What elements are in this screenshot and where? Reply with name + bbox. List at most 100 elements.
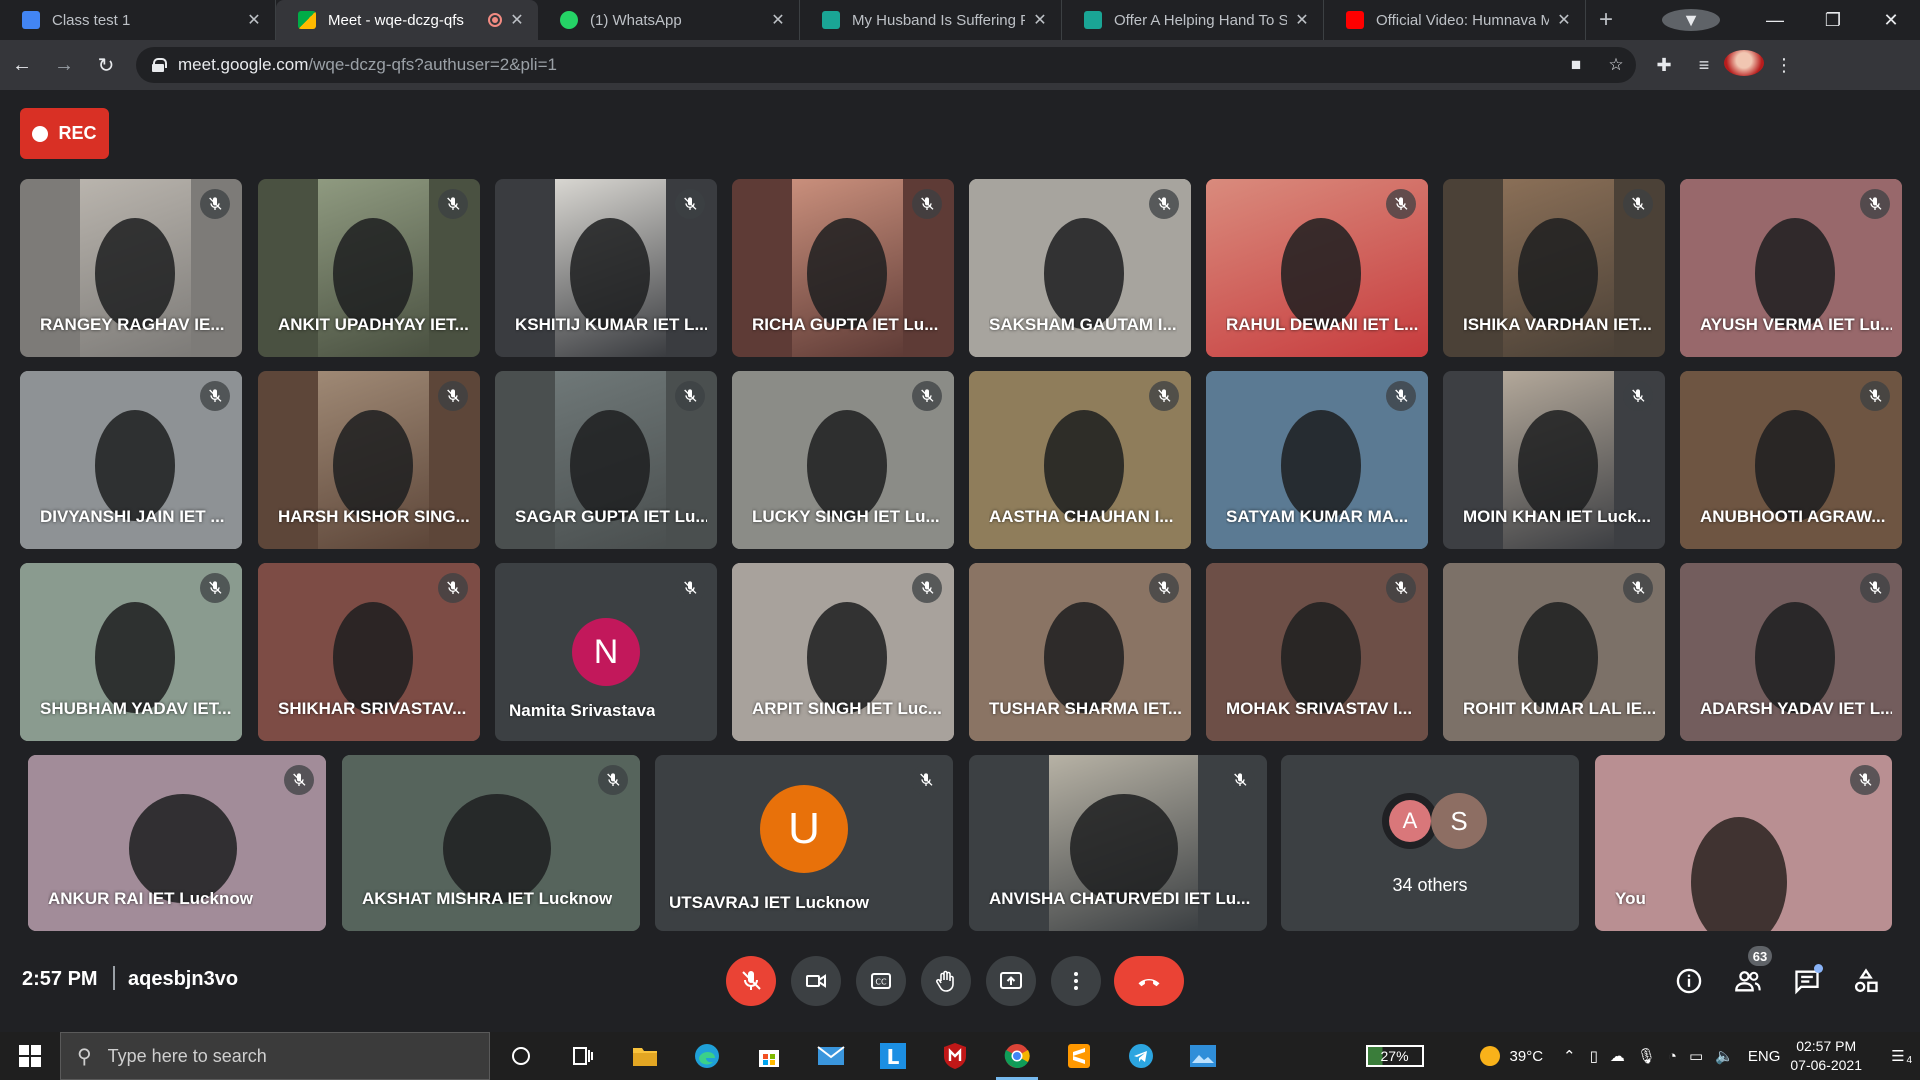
reload-icon[interactable]: ↻ [86,45,126,85]
close-tab-icon[interactable]: ✕ [1031,10,1049,30]
participant-tile[interactable]: SHUBHAM YADAV IET... [20,563,242,741]
participant-tile[interactable]: RICHA GUPTA IET Lu... [732,179,954,357]
close-tab-icon[interactable]: ✕ [508,10,526,30]
participant-tile[interactable]: ARPIT SINGH IET Luc... [732,563,954,741]
language-indicator[interactable]: ENG [1748,1048,1781,1065]
participant-tile[interactable]: TUSHAR SHARMA IET... [969,563,1191,741]
profile-avatar[interactable] [1724,49,1764,81]
extensions-icon[interactable]: ✚ [1644,55,1684,76]
store-icon[interactable] [738,1032,800,1080]
participant-tile[interactable]: MOIN KHAN IET Luck... [1443,371,1665,549]
more-options-button[interactable] [1051,956,1101,1006]
participant-tile[interactable]: HARSH KISHOR SING... [258,371,480,549]
participant-tile[interactable]: MOHAK SRIVASTAV I... [1206,563,1428,741]
menu-dots-icon[interactable]: ⋮ [1764,55,1804,76]
bookmark-star-icon[interactable]: ☆ [1596,55,1636,75]
tab-youtube[interactable]: Official Video: Humnava Me ✕ [1324,0,1586,40]
new-tab-button[interactable]: + [1586,0,1626,40]
participant-tile[interactable]: ANVISHA CHATURVEDI IET Lu... [969,755,1267,931]
windows-logo-icon [19,1045,41,1067]
close-tab-icon[interactable]: ✕ [245,10,263,30]
cortana-icon[interactable] [490,1032,552,1080]
file-explorer-icon[interactable] [614,1032,676,1080]
battery-indicator[interactable]: 27% [1365,1045,1424,1067]
onedrive-cloud-icon[interactable]: ☁ [1610,1047,1625,1065]
device-icon[interactable]: ▯ [1590,1047,1598,1065]
camera-toggle-button[interactable] [791,956,841,1006]
taskbar-search-box[interactable]: ⚲ Type here to search [60,1032,490,1080]
others-avatar-a: A [1382,793,1438,849]
participant-tile[interactable]: ROHIT KUMAR LAL IE... [1443,563,1665,741]
mic-toggle-button[interactable] [726,956,776,1006]
participant-tile[interactable]: SAKSHAM GAUTAM I... [969,179,1191,357]
media-control-icon[interactable]: ≡ [1684,55,1724,76]
close-tab-icon[interactable]: ✕ [1555,10,1573,30]
recording-badge[interactable]: REC [20,108,109,159]
hand-icon [936,970,954,992]
address-bar[interactable]: meet.google.com/wqe-dczg-qfs?authuser=2&… [136,47,1636,83]
sublime-text-icon[interactable] [1048,1032,1110,1080]
captions-button[interactable]: CC [856,956,906,1006]
minimize-icon[interactable]: — [1746,10,1804,31]
photos-icon[interactable] [1172,1032,1234,1080]
back-icon[interactable]: ← [2,45,42,85]
activities-button[interactable] [1849,964,1883,998]
edge-browser-icon[interactable] [676,1032,738,1080]
participant-tile[interactable]: LUCKY SINGH IET Lu... [732,371,954,549]
tab-milaap-1[interactable]: My Husband Is Suffering Fr ✕ [800,0,1062,40]
meeting-details-button[interactable] [1672,964,1706,998]
participant-tile[interactable]: ANUBHOOTI AGRAW... [1680,371,1902,549]
participant-tile[interactable]: SATYAM KUMAR MA... [1206,371,1428,549]
chrome-icon[interactable] [986,1032,1048,1080]
participant-tile[interactable]: N Namita Srivastava [495,563,717,741]
participant-tile[interactable]: RAHUL DEWANI IET L... [1206,179,1428,357]
participant-tile[interactable]: SHIKHAR SRIVASTAV... [258,563,480,741]
mic-off-icon [438,381,468,411]
maximize-icon[interactable]: ❐ [1804,10,1862,31]
participant-tile[interactable]: KSHITIJ KUMAR IET L... [495,179,717,357]
volume-icon[interactable]: 🔈 [1715,1047,1734,1065]
raise-hand-button[interactable] [921,956,971,1006]
participant-tile[interactable]: AKSHAT MISHRA IET Lucknow [342,755,640,931]
participant-tile[interactable]: ADARSH YADAV IET L... [1680,563,1902,741]
people-button[interactable] [1731,964,1765,998]
telegram-icon[interactable] [1110,1032,1172,1080]
participant-tile[interactable]: U UTSAVRAJ IET Lucknow [655,755,953,931]
taskbar-clock[interactable]: 02:57 PM 07-06-2021 [1790,1037,1862,1075]
notification-center-icon[interactable]: ☰ 4 [1876,1047,1920,1066]
participant-tile[interactable]: ANKIT UPADHYAY IET... [258,179,480,357]
microphone-icon[interactable]: 🎙 [1637,1047,1656,1065]
participant-tile[interactable]: ISHIKA VARDHAN IET... [1443,179,1665,357]
camera-in-use-icon[interactable]: ■ [1556,55,1596,75]
close-tab-icon[interactable]: ✕ [1293,10,1311,30]
show-hidden-icons-icon[interactable]: ⌃ [1563,1047,1576,1065]
participant-tile[interactable]: ANKUR RAI IET Lucknow [28,755,326,931]
leave-call-button[interactable] [1114,956,1184,1006]
tab-whatsapp[interactable]: (1) WhatsApp ✕ [538,0,800,40]
lock-icon[interactable] [152,58,167,72]
mail-icon[interactable] [800,1032,862,1080]
wifi-icon[interactable]: ◔ [1668,1048,1677,1065]
tab-search-icon[interactable]: ▼ [1662,9,1720,31]
l-app-icon[interactable]: L [862,1032,924,1080]
tab-meet[interactable]: Meet - wqe-dczg-qfs ✕ [276,0,538,40]
weather-temp[interactable]: 39°C [1510,1048,1544,1065]
tab-milaap-2[interactable]: Offer A Helping Hand To Su ✕ [1062,0,1324,40]
close-window-icon[interactable]: ✕ [1862,10,1920,31]
participant-tile[interactable]: RANGEY RAGHAV IE... [20,179,242,357]
close-tab-icon[interactable]: ✕ [769,10,787,30]
forward-icon[interactable]: → [44,45,84,85]
participant-tile[interactable]: DIVYANSHI JAIN IET ... [20,371,242,549]
participant-name: ANKUR RAI IET Lucknow [48,889,253,908]
present-screen-button[interactable] [986,956,1036,1006]
start-button[interactable] [0,1032,60,1080]
participant-tile[interactable]: SAGAR GUPTA IET Lu... [495,371,717,549]
others-tile[interactable]: A S 34 others [1281,755,1579,931]
self-tile[interactable]: You [1595,755,1892,931]
tab-class-test[interactable]: Class test 1 ✕ [0,0,276,40]
participant-tile[interactable]: AASTHA CHAUHAN I... [969,371,1191,549]
participant-tile[interactable]: AYUSH VERMA IET Lu... [1680,179,1902,357]
battery-tray-icon[interactable]: ▭ [1689,1047,1703,1065]
task-view-icon[interactable] [552,1032,614,1080]
mcafee-icon[interactable] [924,1032,986,1080]
